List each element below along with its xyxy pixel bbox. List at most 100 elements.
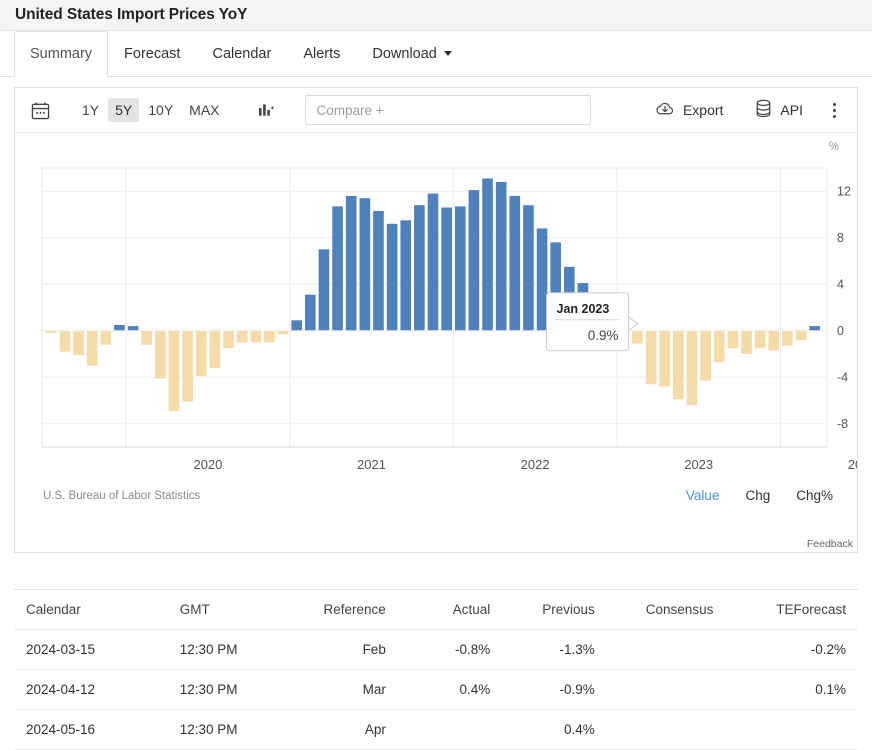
bar[interactable] [741,330,752,354]
calendar-table: Calendar GMT Reference Actual Previous Consen… [14,590,858,750]
api-button[interactable]: API [745,95,813,125]
feedback-link[interactable]: Feedback [807,538,853,550]
range-1y-button[interactable]: 1Y [75,98,106,122]
bar[interactable] [632,330,643,344]
bar[interactable] [291,320,302,331]
bar[interactable] [386,223,398,331]
bar[interactable] [264,330,275,343]
cell-actual: 0.4% [397,669,503,710]
table-row[interactable]: 2024-04-12 12:30 PM Mar 0.4% -0.9% 0.1% [14,669,858,710]
compare-input[interactable] [314,101,590,119]
bar[interactable] [168,330,180,411]
bar[interactable] [73,330,84,356]
table-row[interactable]: 2024-05-16 12:30 PM Apr 0.4% [14,709,858,750]
bar[interactable] [673,330,684,400]
range-10y-button[interactable]: 10Y [141,98,180,122]
bar[interactable] [468,190,480,331]
y-axis-tick: 0 [837,324,844,338]
column-header-calendar[interactable]: Calendar [14,590,168,630]
bar[interactable] [114,324,125,331]
series-tab-chg[interactable]: Chg [745,488,770,503]
bar[interactable] [332,206,343,331]
bar[interactable] [155,330,166,379]
bar[interactable] [782,330,793,346]
bar[interactable] [700,330,711,381]
bar[interactable] [454,206,466,331]
bar[interactable] [127,326,139,331]
bar[interactable] [509,195,521,331]
bar[interactable] [195,330,207,377]
series-tab-chgpct[interactable]: Chg% [796,488,833,503]
bar[interactable] [536,228,548,331]
tab-label: Download [372,45,437,62]
bar[interactable] [305,294,316,331]
chart-type-icon[interactable] [253,97,281,123]
cell-teforecast: 0.1% [725,669,858,710]
bar-chart[interactable]: 12 8 4 0 -4 -8 2020 2021 2022 2023 2024 Jan 2023 0.9… [15,133,857,483]
bar[interactable] [795,330,807,341]
bar[interactable] [727,330,739,349]
cell-previous: -1.3% [502,629,607,670]
tab-label: Alerts [303,45,341,62]
column-header-teforecast[interactable]: TEForecast [725,590,858,630]
table-row[interactable]: 2024-03-15 12:30 PM Feb -0.8% -1.3% -0.2% [14,629,858,670]
kebab-menu-icon[interactable] [823,97,845,123]
export-button[interactable]: Export [645,96,733,125]
column-header-consensus[interactable]: Consensus [606,590,726,630]
tab-forecast[interactable]: Forecast [108,31,196,76]
tab-bar: Summary Forecast Calendar Alerts Download [0,31,872,77]
bar[interactable] [754,330,766,349]
bar[interactable] [427,193,439,331]
tab-alerts[interactable]: Alerts [287,31,356,76]
bar[interactable] [209,330,221,368]
compare-field[interactable] [304,95,591,125]
bar[interactable] [277,330,289,335]
bar[interactable] [236,330,248,343]
bar[interactable] [100,330,112,345]
x-axis-tick: 2020 [193,457,222,472]
plot-area: % 12 8 4 0 -4 -8 2020 2021 2022 2023 2024 Jan 2023 0… [15,133,857,553]
bar[interactable] [659,330,671,387]
range-5y-button[interactable]: 5Y [108,98,140,122]
column-header-reference[interactable]: Reference [279,590,398,630]
bar[interactable] [182,330,193,402]
series-tab-value[interactable]: Value [686,488,720,503]
bar[interactable] [59,330,71,352]
column-header-gmt[interactable]: GMT [167,590,280,630]
x-axis-tick: 2021 [357,457,386,472]
bar[interactable] [250,330,262,343]
series-tabs: Value Chg Chg% [686,488,833,503]
bar[interactable] [495,181,507,331]
bar[interactable] [686,330,698,406]
bar[interactable] [441,207,452,331]
tab-calendar[interactable]: Calendar [196,31,287,76]
range-max-button[interactable]: MAX [182,98,226,122]
bar[interactable] [645,330,657,385]
cell-calendar: 2024-05-16 [14,709,168,750]
bar[interactable] [318,249,330,331]
tab-download[interactable]: Download [356,31,468,76]
bar[interactable] [809,326,820,331]
bar[interactable] [713,330,725,363]
cell-gmt: 12:30 PM [167,669,280,710]
calendar-icon[interactable] [27,97,53,123]
bar[interactable] [223,330,234,349]
bar[interactable] [359,198,371,331]
api-label: API [780,102,803,118]
bar[interactable] [400,220,412,331]
column-header-previous[interactable]: Previous [502,590,607,630]
bar[interactable] [141,330,153,345]
bar[interactable] [523,205,534,331]
export-label: Export [682,102,724,118]
bar[interactable] [86,330,98,366]
bar[interactable] [414,205,425,331]
column-header-actual[interactable]: Actual [397,590,503,630]
table-body: 2024-03-15 12:30 PM Feb -0.8% -1.3% -0.2% 2024… [14,629,858,750]
tab-summary[interactable]: Summary [14,31,109,77]
bar[interactable] [482,178,493,331]
bar[interactable] [345,195,357,331]
bar[interactable] [768,330,780,351]
toolbar-right: Export API [633,95,847,125]
y-axis-tick: 8 [837,231,844,245]
bar[interactable] [373,211,384,331]
